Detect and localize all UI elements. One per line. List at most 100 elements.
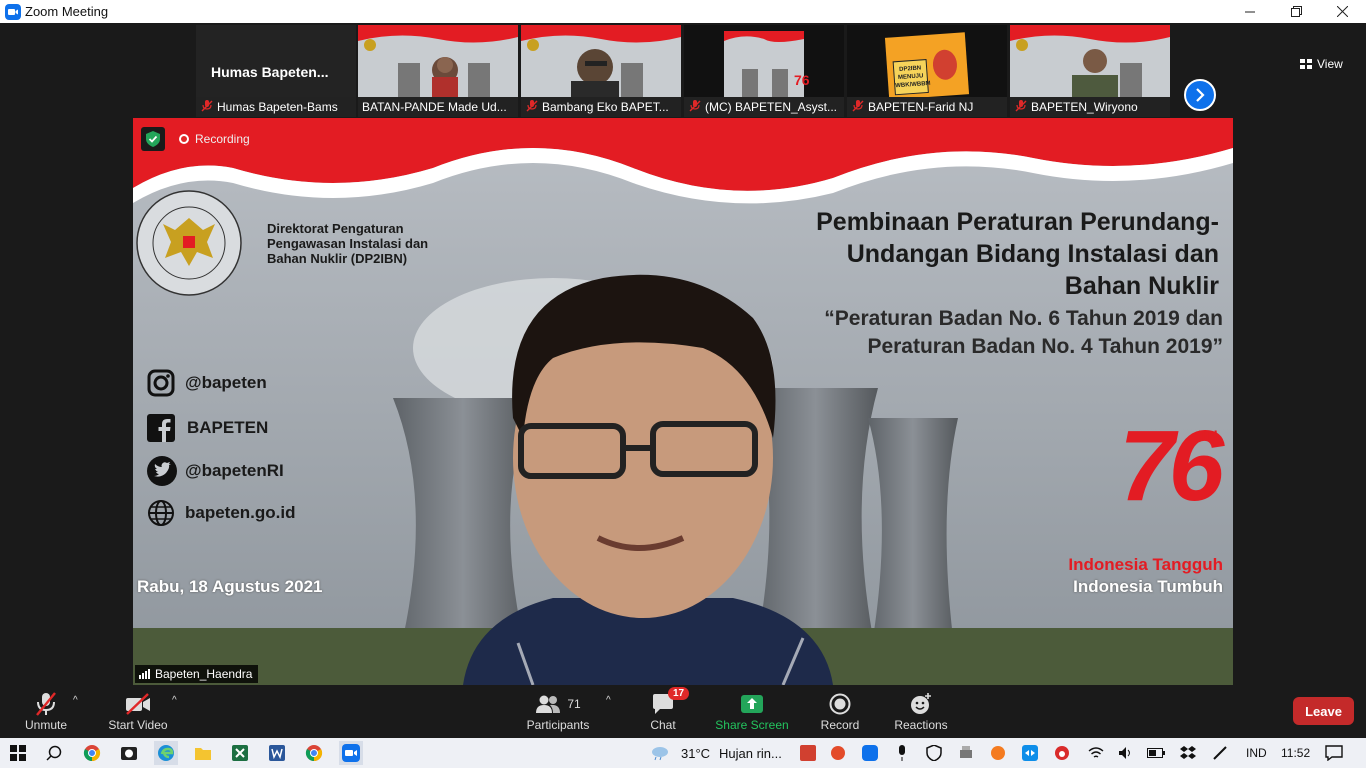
wifi-icon xyxy=(1088,747,1104,758)
view-button[interactable]: View xyxy=(1300,57,1343,71)
excel-taskbar-button[interactable] xyxy=(228,741,252,765)
file-explorer-button[interactable] xyxy=(191,741,215,765)
encryption-shield[interactable] xyxy=(141,127,165,151)
camera-icon xyxy=(121,747,137,760)
website-item: bapeten.go.id xyxy=(147,499,296,527)
input-language[interactable]: IND xyxy=(1246,746,1267,760)
muted-mic-icon xyxy=(526,100,538,112)
tray-app-b[interactable] xyxy=(1050,741,1074,765)
speaker-icon xyxy=(1119,747,1130,759)
tray-mic[interactable] xyxy=(890,741,914,765)
tray-battery[interactable] xyxy=(1144,741,1168,765)
minimize-button[interactable] xyxy=(1227,0,1273,23)
tray-teamviewer[interactable] xyxy=(1018,741,1042,765)
tagline-tumbuh: Indonesia Tumbuh xyxy=(1073,577,1223,596)
slide-title: Pembinaan Peraturan Perundang- Undangan B… xyxy=(816,208,1219,300)
tray-security[interactable] xyxy=(922,741,946,765)
antivirus-icon xyxy=(991,746,1005,760)
start-button[interactable] xyxy=(6,741,30,765)
recording-dot-icon xyxy=(179,134,189,144)
clock[interactable]: 11:52 xyxy=(1281,746,1310,760)
participant-display-name: Humas Bapeten... xyxy=(211,64,329,80)
camera-app-button[interactable] xyxy=(117,741,141,765)
participant-tile[interactable]: DP2IBN MENUJU WBK/WBBM BAPETEN-Farid NJ xyxy=(847,25,1007,117)
start-video-button[interactable]: Start Video xyxy=(104,685,172,738)
tray-zoom[interactable] xyxy=(858,741,882,765)
participant-video xyxy=(1010,25,1170,97)
active-speaker-video: Recording Direktorat Pengaturan Pengawasa… xyxy=(133,118,1233,685)
participants-count: 71 xyxy=(567,697,581,711)
svg-text:76: 76 xyxy=(794,72,810,88)
next-page-button[interactable] xyxy=(1184,79,1216,111)
weather-widget[interactable] xyxy=(648,741,672,765)
participant-video xyxy=(358,25,518,97)
tray-avast[interactable] xyxy=(986,741,1010,765)
rain-cloud-icon xyxy=(652,747,668,761)
chat-unread-badge: 17 xyxy=(668,687,690,700)
restore-button[interactable] xyxy=(1273,0,1319,23)
participant-video-thumbnail xyxy=(1010,25,1170,97)
signal-bars-icon xyxy=(139,669,150,679)
tray-wifi[interactable] xyxy=(1084,741,1108,765)
search-icon xyxy=(46,745,62,761)
tray-app-2[interactable] xyxy=(826,741,850,765)
windows-logo-icon xyxy=(10,745,26,761)
participant-name: Humas Bapeten-Bams xyxy=(196,97,356,117)
chrome-taskbar-button[interactable] xyxy=(80,741,104,765)
participant-video: 76 xyxy=(684,25,844,97)
word-icon xyxy=(269,745,285,761)
participant-name: BAPETEN_Wiryono xyxy=(1010,97,1170,117)
chrome-second-button[interactable] xyxy=(302,741,326,765)
pen-icon xyxy=(1213,746,1227,760)
participants-options-caret[interactable]: ^ xyxy=(606,695,611,706)
leave-button[interactable]: Leave xyxy=(1293,697,1354,725)
audio-options-caret[interactable]: ^ xyxy=(73,695,78,706)
twitter-icon xyxy=(147,456,177,486)
tray-pen[interactable] xyxy=(1208,741,1232,765)
logo-th: TH xyxy=(1199,427,1218,443)
app-tray-icon xyxy=(1055,746,1069,760)
search-button[interactable] xyxy=(42,741,66,765)
participant-video-thumbnail xyxy=(358,25,518,97)
participant-tile[interactable]: BAPETEN_Wiryono xyxy=(1010,25,1170,117)
shield-check-icon xyxy=(146,131,160,147)
share-screen-button[interactable]: Share Screen xyxy=(712,685,792,738)
chrome-icon xyxy=(305,745,323,762)
grid-view-icon xyxy=(1300,59,1312,69)
participant-tile[interactable]: Bambang Eko BAPET... xyxy=(521,25,681,117)
word-taskbar-button[interactable] xyxy=(265,741,289,765)
participant-tile[interactable]: BATAN-PANDE Made Ud... xyxy=(358,25,518,117)
participant-video-thumbnail: 76 xyxy=(684,25,844,97)
chrome-icon xyxy=(83,745,101,762)
edge-taskbar-button[interactable] xyxy=(154,741,178,765)
participant-name: BATAN-PANDE Made Ud... xyxy=(358,97,518,117)
tray-app-1[interactable] xyxy=(796,741,820,765)
video-options-caret[interactable]: ^ xyxy=(172,695,177,706)
participant-name: (MC) BAPETEN_Asyst... xyxy=(684,97,844,117)
notification-center-button[interactable] xyxy=(1322,741,1346,765)
virtual-background xyxy=(133,118,1233,685)
close-button[interactable] xyxy=(1319,0,1365,23)
shield-icon xyxy=(926,745,942,761)
globe-icon xyxy=(148,500,174,526)
participant-name: Bambang Eko BAPET... xyxy=(521,97,681,117)
participant-video xyxy=(521,25,681,97)
organization-name: Direktorat Pengaturan Pengawasan Instalas… xyxy=(267,221,429,266)
meeting-toolbar: Unmute ^ Start Video ^ 71 Participants ^… xyxy=(0,685,1366,738)
tray-volume[interactable] xyxy=(1114,741,1138,765)
participant-tile[interactable]: Humas Bapeten... Humas Bapeten-Bams xyxy=(196,25,356,117)
unmute-button[interactable]: Unmute xyxy=(22,685,70,738)
recording-indicator[interactable]: Recording xyxy=(179,132,250,146)
instagram-item: @bapeten xyxy=(147,369,267,397)
tray-dropbox[interactable] xyxy=(1176,741,1200,765)
tray-printer[interactable] xyxy=(954,741,978,765)
weather-temp: 31°C xyxy=(681,746,711,761)
record-button[interactable]: Record xyxy=(815,685,865,738)
reactions-button[interactable]: Reactions xyxy=(890,685,952,738)
record-icon xyxy=(829,693,851,715)
participants-button[interactable]: 71 Participants xyxy=(522,685,594,738)
app-tray-icon xyxy=(831,746,845,760)
zoom-icon xyxy=(342,744,360,762)
zoom-taskbar-button[interactable] xyxy=(339,741,363,765)
participant-tile[interactable]: 76 (MC) BAPETEN_Asyst... xyxy=(684,25,844,117)
